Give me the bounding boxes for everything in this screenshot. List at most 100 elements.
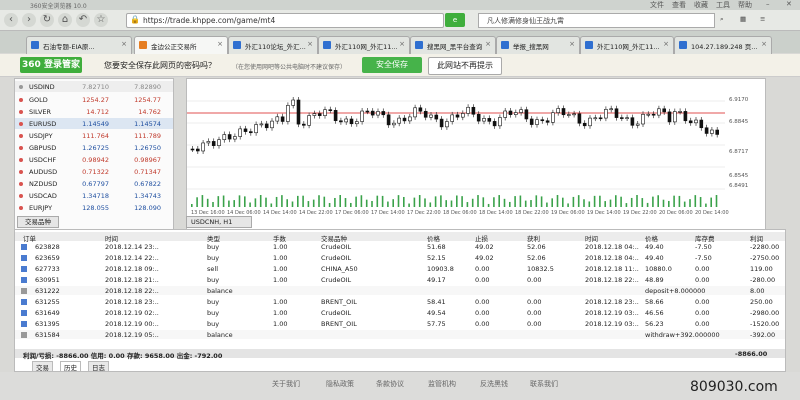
table-row[interactable]: 630951 2018.12.18 21:.. buy 1.00 CrudeOIL 49.… — [15, 275, 785, 284]
candle — [280, 116, 285, 122]
candle — [439, 118, 444, 128]
candle — [482, 118, 486, 122]
table-row[interactable]: 631255 2018.12.18 23:.. buy 1.00 BRENT_OIL 58… — [15, 297, 785, 306]
tab-6[interactable]: 举报_搜黑网 × — [496, 36, 580, 54]
menu-file[interactable]: 文件 — [650, 0, 664, 10]
watch-header-row[interactable]: USDIND 7.82710 7.82890 — [15, 81, 173, 92]
close-icon[interactable]: × — [569, 40, 575, 48]
back-icon[interactable]: ‹ — [4, 13, 18, 27]
close-icon[interactable]: ✕ — [786, 0, 792, 8]
grid-icon[interactable]: ▦ — [740, 15, 746, 23]
volume-bar — [238, 195, 241, 207]
footer-link-contact[interactable]: 联系我们 — [530, 379, 558, 389]
tab-3[interactable]: 外汇110论坛_外汇... × — [228, 36, 318, 54]
tab-8[interactable]: 104.27.189.248 页... × — [674, 36, 772, 54]
volume-bar — [445, 200, 447, 207]
close-icon[interactable]: × — [121, 40, 127, 48]
watch-row[interactable]: NZDUSD 0.67797 0.67822 — [15, 178, 173, 189]
tab-5[interactable]: 搜黑网_黑平台查询 × — [410, 36, 496, 54]
bid: 1.14549 — [82, 120, 109, 128]
watch-row[interactable]: AUDUSD 0.71322 0.71347 — [15, 166, 173, 177]
cell-cprice: 58.66 — [645, 298, 664, 306]
candle — [672, 111, 677, 123]
close-icon[interactable]: × — [663, 40, 669, 48]
cell-ctime: 2018.12.19 03:.. — [585, 309, 639, 317]
candle — [206, 141, 211, 144]
watch-row[interactable]: SILVER 14.712 14.762 — [15, 106, 173, 117]
cell-ctime: 2018.12.18 04:.. — [585, 243, 639, 251]
menu-icon[interactable]: ≡ — [760, 15, 765, 23]
watch-row[interactable]: GBPUSD 1.26725 1.26750 — [15, 142, 173, 153]
tab-4[interactable]: 外汇110网_外汇11... × — [318, 36, 410, 54]
price-tick-label: 6.8545 — [729, 173, 749, 179]
cell-lots: 1.00 — [273, 298, 288, 306]
volume-bar — [281, 195, 283, 207]
footer-link-about[interactable]: 关于我们 — [272, 379, 300, 389]
volume-bar — [360, 195, 363, 207]
tab-history[interactable]: 历史 — [60, 361, 81, 372]
undo-icon[interactable]: ↶ — [76, 13, 90, 27]
table-row[interactable]: 631395 2018.12.19 00:.. buy 1.00 BRENT_OIL 57… — [15, 319, 785, 328]
table-row[interactable]: 623659 2018.12.14 22:.. buy 1.00 CrudeOIL 52.… — [15, 253, 785, 262]
tab-7[interactable]: 外汇110网_外汇11... × — [580, 36, 674, 54]
footer-link-terms[interactable]: 条款协议 — [376, 379, 404, 389]
tab-2[interactable]: 金边公正交易所 × — [134, 36, 228, 54]
date-tick-label: 18 Dec 06:00 — [443, 210, 477, 216]
watch-row[interactable]: USDCHF 0.98942 0.98967 — [15, 154, 173, 165]
page-icon — [415, 41, 423, 49]
watch-row[interactable]: USDCAD 1.34718 1.34743 — [15, 190, 173, 201]
star-icon[interactable]: ☆ — [94, 13, 108, 27]
minimize-icon[interactable]: – — [766, 0, 770, 8]
forward-icon[interactable]: › — [22, 13, 36, 27]
save-button[interactable]: 安全保存 — [362, 57, 422, 73]
candle — [238, 128, 243, 137]
candle — [598, 117, 603, 120]
watch-row[interactable]: EURJPY 128.055 128.090 — [15, 202, 173, 213]
menu-tools[interactable]: 工具 — [716, 0, 730, 10]
menu-favorites[interactable]: 收藏 — [694, 0, 708, 10]
candle — [248, 131, 253, 134]
volume-bar — [381, 195, 384, 207]
cell-id: 627733 — [35, 265, 60, 273]
tab-trade[interactable]: 交易 — [32, 361, 53, 372]
cell-tp: 0.00 — [527, 309, 542, 317]
watch-tab[interactable]: 交易品种 — [17, 216, 59, 228]
url-bar[interactable]: 🔒 https://trade.khppe.com/game/mt4 — [126, 13, 444, 28]
table-row[interactable]: 631222 2018.12.18 22:.. balance deposit+8.0… — [15, 286, 785, 295]
candle — [667, 111, 672, 123]
search-input[interactable]: 凡人修满修身仙王战九霄 — [478, 13, 715, 28]
price-chart[interactable]: 6.9170 6.8845 6.8717 6.8545 6.8491 13 Dec 16:… — [186, 78, 766, 230]
cell-swap: 0.00 — [695, 309, 710, 317]
chart-symbol-tab[interactable]: USDCNH, H1 — [186, 216, 252, 228]
footer-link-privacy[interactable]: 隐私政策 — [326, 379, 354, 389]
date-tick-label: 20 Dec 06:00 — [659, 210, 693, 216]
watch-row[interactable]: USDJPY 111.764 111.789 — [15, 130, 173, 141]
close-icon[interactable]: × — [307, 40, 313, 48]
close-icon[interactable]: × — [399, 40, 405, 48]
tab-1[interactable]: 石油专题-EIA原... × — [26, 36, 132, 54]
table-row[interactable]: 631649 2018.12.19 02:.. buy 1.00 CrudeOIL 49.… — [15, 308, 785, 317]
footer-link-aml[interactable]: 反洗黑钱 — [480, 379, 508, 389]
footer-link-regulator[interactable]: 监管机构 — [428, 379, 456, 389]
table-row[interactable]: 623828 2018.12.14 23:.. buy 1.00 CrudeOIL 51.… — [15, 242, 785, 251]
watch-row[interactable]: EURUSD 1.14549 1.14574 — [15, 118, 173, 129]
watch-row[interactable]: GOLD 1254.27 1254.77 — [15, 94, 173, 105]
close-icon[interactable]: × — [485, 40, 491, 48]
close-icon[interactable]: × — [217, 40, 223, 48]
cell-type: buy — [207, 320, 220, 328]
volume-bar — [297, 195, 299, 207]
table-row[interactable]: 627733 2018.12.18 09:.. sell 1.00 CHINA_A50 1… — [15, 264, 785, 273]
tab-journal[interactable]: 日志 — [88, 361, 109, 372]
close-icon[interactable]: × — [761, 40, 767, 48]
home-icon[interactable]: ⌂ — [58, 13, 72, 27]
candle — [524, 109, 529, 120]
no-prompt-button[interactable]: 此网站不再提示 — [428, 57, 502, 75]
menu-view[interactable]: 查看 — [672, 0, 686, 10]
search-icon[interactable]: ⌕ — [720, 15, 724, 24]
cell-type: buy — [207, 276, 220, 284]
table-row[interactable]: 631584 2018.12.19 05:.. balance withdraw+39… — [15, 330, 785, 339]
cell-id: 623659 — [35, 254, 60, 262]
ext-icon[interactable]: e — [445, 13, 465, 27]
refresh-icon[interactable]: ↻ — [40, 13, 54, 27]
menu-help[interactable]: 帮助 — [738, 0, 752, 10]
